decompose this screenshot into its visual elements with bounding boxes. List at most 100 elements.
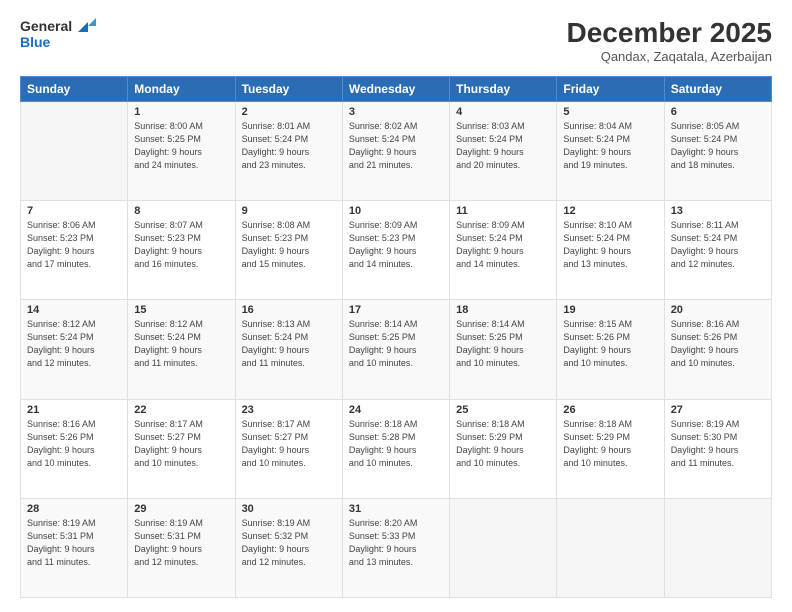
day-number: 11 bbox=[456, 205, 550, 217]
calendar-week-row: 21Sunrise: 8:16 AM Sunset: 5:26 PM Dayli… bbox=[21, 399, 772, 498]
day-number: 16 bbox=[242, 304, 336, 316]
header-row: SundayMondayTuesdayWednesdayThursdayFrid… bbox=[21, 76, 772, 101]
day-number: 31 bbox=[349, 503, 443, 515]
day-info: Sunrise: 8:18 AM Sunset: 5:29 PM Dayligh… bbox=[456, 418, 550, 470]
day-info: Sunrise: 8:01 AM Sunset: 5:24 PM Dayligh… bbox=[242, 120, 336, 172]
weekday-header: Friday bbox=[557, 76, 664, 101]
logo-blue: Blue bbox=[20, 34, 50, 50]
calendar-cell: 3 Sunrise: 8:02 AM Sunset: 5:24 PM Daylig… bbox=[342, 101, 449, 200]
day-info: Sunrise: 8:16 AM Sunset: 5:26 PM Dayligh… bbox=[671, 318, 765, 370]
calendar-week-row: 7 Sunrise: 8:06 AM Sunset: 5:23 PM Daylig… bbox=[21, 201, 772, 300]
title-block: December 2025 Qandax, Zaqatala, Azerbaij… bbox=[567, 18, 772, 64]
weekday-header: Thursday bbox=[450, 76, 557, 101]
day-info: Sunrise: 8:15 AM Sunset: 5:26 PM Dayligh… bbox=[563, 318, 657, 370]
calendar-cell: 1 Sunrise: 8:00 AM Sunset: 5:25 PM Daylig… bbox=[128, 101, 235, 200]
day-number: 20 bbox=[671, 304, 765, 316]
day-info: Sunrise: 8:18 AM Sunset: 5:29 PM Dayligh… bbox=[563, 418, 657, 470]
day-info: Sunrise: 8:14 AM Sunset: 5:25 PM Dayligh… bbox=[349, 318, 443, 370]
day-number: 8 bbox=[134, 205, 228, 217]
calendar-cell bbox=[664, 498, 771, 597]
day-info: Sunrise: 8:03 AM Sunset: 5:24 PM Dayligh… bbox=[456, 120, 550, 172]
day-number: 26 bbox=[563, 404, 657, 416]
day-number: 19 bbox=[563, 304, 657, 316]
logo-general: General bbox=[20, 18, 96, 34]
day-info: Sunrise: 8:09 AM Sunset: 5:24 PM Dayligh… bbox=[456, 219, 550, 271]
day-number: 29 bbox=[134, 503, 228, 515]
day-number: 2 bbox=[242, 106, 336, 118]
day-number: 5 bbox=[563, 106, 657, 118]
day-number: 25 bbox=[456, 404, 550, 416]
calendar-cell: 7 Sunrise: 8:06 AM Sunset: 5:23 PM Daylig… bbox=[21, 201, 128, 300]
calendar-cell: 21Sunrise: 8:16 AM Sunset: 5:26 PM Dayli… bbox=[21, 399, 128, 498]
day-info: Sunrise: 8:18 AM Sunset: 5:28 PM Dayligh… bbox=[349, 418, 443, 470]
calendar-cell: 22 Sunrise: 8:17 AM Sunset: 5:27 PM Dayli… bbox=[128, 399, 235, 498]
day-info: Sunrise: 8:14 AM Sunset: 5:25 PM Dayligh… bbox=[456, 318, 550, 370]
calendar-week-row: 14Sunrise: 8:12 AM Sunset: 5:24 PM Dayli… bbox=[21, 300, 772, 399]
calendar-cell: 5Sunrise: 8:04 AM Sunset: 5:24 PM Daylig… bbox=[557, 101, 664, 200]
day-info: Sunrise: 8:16 AM Sunset: 5:26 PM Dayligh… bbox=[27, 418, 121, 470]
calendar-cell: 17 Sunrise: 8:14 AM Sunset: 5:25 PM Dayli… bbox=[342, 300, 449, 399]
day-info: Sunrise: 8:09 AM Sunset: 5:23 PM Dayligh… bbox=[349, 219, 443, 271]
calendar-cell: 14Sunrise: 8:12 AM Sunset: 5:24 PM Dayli… bbox=[21, 300, 128, 399]
calendar-cell: 18 Sunrise: 8:14 AM Sunset: 5:25 PM Dayli… bbox=[450, 300, 557, 399]
calendar-cell: 16 Sunrise: 8:13 AM Sunset: 5:24 PM Dayli… bbox=[235, 300, 342, 399]
header: General Blue December 2025 Qandax, Zaqat… bbox=[20, 18, 772, 64]
day-number: 15 bbox=[134, 304, 228, 316]
calendar-cell: 15 Sunrise: 8:12 AM Sunset: 5:24 PM Dayli… bbox=[128, 300, 235, 399]
day-number: 12 bbox=[563, 205, 657, 217]
day-info: Sunrise: 8:05 AM Sunset: 5:24 PM Dayligh… bbox=[671, 120, 765, 172]
calendar-cell bbox=[21, 101, 128, 200]
day-info: Sunrise: 8:11 AM Sunset: 5:24 PM Dayligh… bbox=[671, 219, 765, 271]
day-number: 18 bbox=[456, 304, 550, 316]
day-info: Sunrise: 8:12 AM Sunset: 5:24 PM Dayligh… bbox=[27, 318, 121, 370]
calendar-cell: 31 Sunrise: 8:20 AM Sunset: 5:33 PM Dayli… bbox=[342, 498, 449, 597]
day-number: 30 bbox=[242, 503, 336, 515]
day-info: Sunrise: 8:08 AM Sunset: 5:23 PM Dayligh… bbox=[242, 219, 336, 271]
page: General Blue December 2025 Qandax, Zaqat… bbox=[0, 0, 792, 612]
calendar-cell: 9 Sunrise: 8:08 AM Sunset: 5:23 PM Daylig… bbox=[235, 201, 342, 300]
calendar-cell: 29 Sunrise: 8:19 AM Sunset: 5:31 PM Dayli… bbox=[128, 498, 235, 597]
day-number: 9 bbox=[242, 205, 336, 217]
calendar-cell: 11 Sunrise: 8:09 AM Sunset: 5:24 PM Dayli… bbox=[450, 201, 557, 300]
calendar-week-row: 28Sunrise: 8:19 AM Sunset: 5:31 PM Dayli… bbox=[21, 498, 772, 597]
day-info: Sunrise: 8:19 AM Sunset: 5:31 PM Dayligh… bbox=[27, 517, 121, 569]
day-number: 7 bbox=[27, 205, 121, 217]
day-info: Sunrise: 8:10 AM Sunset: 5:24 PM Dayligh… bbox=[563, 219, 657, 271]
calendar-cell: 24 Sunrise: 8:18 AM Sunset: 5:28 PM Dayli… bbox=[342, 399, 449, 498]
day-number: 22 bbox=[134, 404, 228, 416]
day-info: Sunrise: 8:17 AM Sunset: 5:27 PM Dayligh… bbox=[134, 418, 228, 470]
calendar-cell: 27 Sunrise: 8:19 AM Sunset: 5:30 PM Dayli… bbox=[664, 399, 771, 498]
day-number: 27 bbox=[671, 404, 765, 416]
day-info: Sunrise: 8:12 AM Sunset: 5:24 PM Dayligh… bbox=[134, 318, 228, 370]
calendar-cell: 13Sunrise: 8:11 AM Sunset: 5:24 PM Dayli… bbox=[664, 201, 771, 300]
day-info: Sunrise: 8:19 AM Sunset: 5:32 PM Dayligh… bbox=[242, 517, 336, 569]
calendar-cell: 6 Sunrise: 8:05 AM Sunset: 5:24 PM Daylig… bbox=[664, 101, 771, 200]
day-info: Sunrise: 8:19 AM Sunset: 5:31 PM Dayligh… bbox=[134, 517, 228, 569]
calendar-cell bbox=[557, 498, 664, 597]
day-number: 24 bbox=[349, 404, 443, 416]
weekday-header: Saturday bbox=[664, 76, 771, 101]
day-number: 1 bbox=[134, 106, 228, 118]
day-info: Sunrise: 8:13 AM Sunset: 5:24 PM Dayligh… bbox=[242, 318, 336, 370]
day-info: Sunrise: 8:02 AM Sunset: 5:24 PM Dayligh… bbox=[349, 120, 443, 172]
weekday-header: Monday bbox=[128, 76, 235, 101]
day-number: 23 bbox=[242, 404, 336, 416]
day-info: Sunrise: 8:06 AM Sunset: 5:23 PM Dayligh… bbox=[27, 219, 121, 271]
day-info: Sunrise: 8:19 AM Sunset: 5:30 PM Dayligh… bbox=[671, 418, 765, 470]
day-number: 10 bbox=[349, 205, 443, 217]
day-number: 3 bbox=[349, 106, 443, 118]
calendar-cell: 28Sunrise: 8:19 AM Sunset: 5:31 PM Dayli… bbox=[21, 498, 128, 597]
location: Qandax, Zaqatala, Azerbaijan bbox=[567, 49, 772, 64]
calendar-cell: 4Sunrise: 8:03 AM Sunset: 5:24 PM Daylig… bbox=[450, 101, 557, 200]
calendar-cell: 25 Sunrise: 8:18 AM Sunset: 5:29 PM Dayli… bbox=[450, 399, 557, 498]
day-number: 6 bbox=[671, 106, 765, 118]
day-info: Sunrise: 8:20 AM Sunset: 5:33 PM Dayligh… bbox=[349, 517, 443, 569]
logo: General Blue bbox=[20, 18, 96, 50]
weekday-header: Wednesday bbox=[342, 76, 449, 101]
calendar-cell: 8Sunrise: 8:07 AM Sunset: 5:23 PM Daylig… bbox=[128, 201, 235, 300]
day-info: Sunrise: 8:00 AM Sunset: 5:25 PM Dayligh… bbox=[134, 120, 228, 172]
day-number: 17 bbox=[349, 304, 443, 316]
calendar-cell bbox=[450, 498, 557, 597]
calendar-cell: 10 Sunrise: 8:09 AM Sunset: 5:23 PM Dayli… bbox=[342, 201, 449, 300]
weekday-header: Tuesday bbox=[235, 76, 342, 101]
